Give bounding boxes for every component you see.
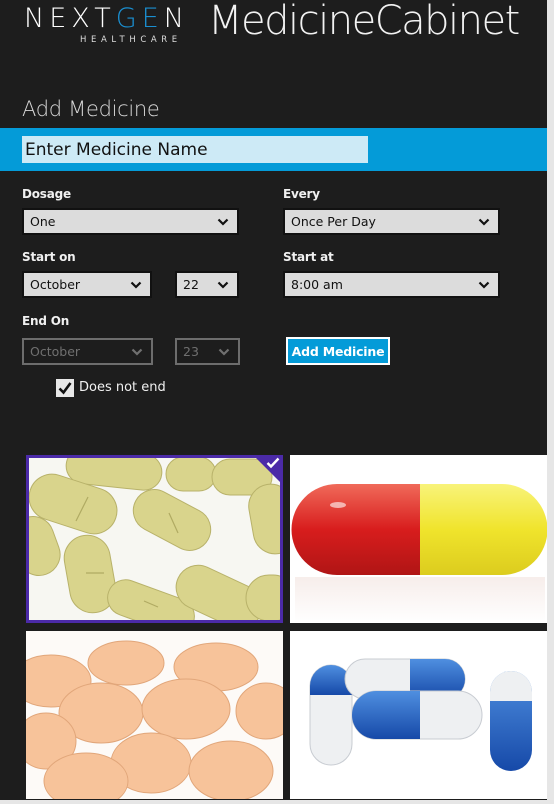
chevron-down-icon <box>478 218 490 226</box>
peach-tablets-image <box>26 631 283 799</box>
image-tile-red-yellow-capsule[interactable] <box>290 455 547 623</box>
app-title: MedicineCabinet <box>208 0 520 44</box>
frequency-select[interactable]: Once Per Day <box>283 208 500 235</box>
end-month-select[interactable]: October <box>22 338 153 365</box>
chevron-down-icon <box>217 281 229 289</box>
frequency-value: Once Per Day <box>291 214 376 229</box>
end-on-label: End On <box>22 314 70 328</box>
yellow-tablets-image <box>26 455 283 623</box>
section-title: Add Medicine <box>22 97 160 121</box>
start-on-label: Start on <box>22 250 76 264</box>
does-not-end-checkbox[interactable] <box>56 379 74 397</box>
start-at-label: Start at <box>283 250 334 264</box>
does-not-end-label: Does not end <box>79 380 166 395</box>
chevron-down-icon <box>217 218 229 226</box>
nextgen-logo: NEXTGEN HEALTHCARE <box>24 4 189 46</box>
chevron-down-icon <box>478 281 490 289</box>
add-medicine-button[interactable]: Add Medicine <box>286 337 390 365</box>
start-day-value: 22 <box>183 277 199 292</box>
app-window: NEXTGEN HEALTHCARE MedicineCabinet Add M… <box>0 0 547 800</box>
image-tile-blue-white-capsules[interactable] <box>290 631 547 799</box>
start-month-select[interactable]: October <box>22 271 152 298</box>
start-time-value: 8:00 am <box>291 277 343 292</box>
logo-text-accent: GE <box>115 3 164 34</box>
start-day-select[interactable]: 22 <box>175 271 239 298</box>
medicine-name-band <box>0 128 547 171</box>
end-day-value: 23 <box>183 344 199 359</box>
end-day-select[interactable]: 23 <box>175 338 240 365</box>
checkmark-icon <box>58 382 72 395</box>
dosage-value: One <box>30 214 56 229</box>
image-tile-yellow-tablets[interactable] <box>26 455 283 623</box>
checkmark-icon <box>266 457 280 469</box>
dosage-select[interactable]: One <box>22 208 239 235</box>
every-label: Every <box>283 187 320 201</box>
logo-wordmark: NEXTGEN <box>24 4 189 34</box>
start-time-select[interactable]: 8:00 am <box>283 271 500 298</box>
chevron-down-icon <box>218 348 230 356</box>
dosage-label: Dosage <box>22 187 71 201</box>
image-tile-peach-tablets[interactable] <box>26 631 283 799</box>
end-month-value: October <box>30 344 81 359</box>
logo-text-next: NEXT <box>24 3 116 34</box>
medicine-name-input[interactable] <box>22 136 368 163</box>
chevron-down-icon <box>130 281 142 289</box>
logo-text-end: N <box>163 3 189 34</box>
logo-subtitle: HEALTHCARE <box>80 35 182 45</box>
red-yellow-capsule-image <box>290 455 547 623</box>
blue-white-capsules-image <box>290 631 547 799</box>
chevron-down-icon <box>131 348 143 356</box>
start-month-value: October <box>30 277 81 292</box>
